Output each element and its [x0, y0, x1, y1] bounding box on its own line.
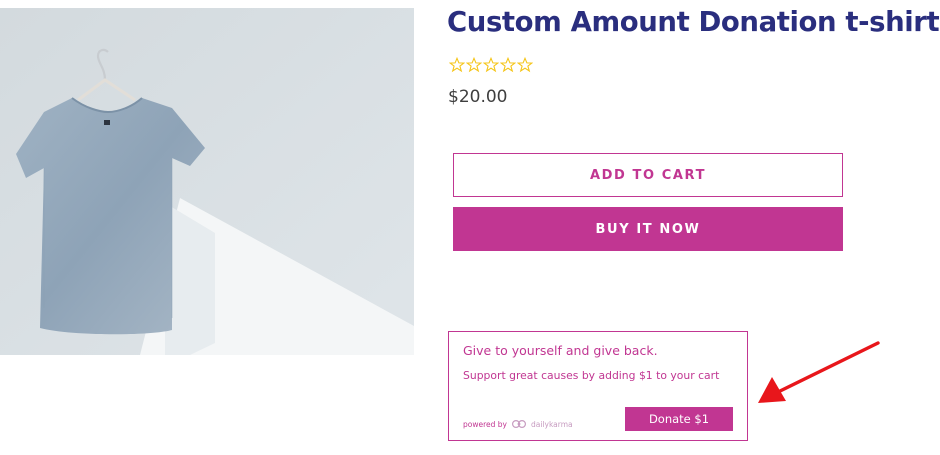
donate-button[interactable]: Donate $1	[625, 407, 733, 431]
buy-now-button[interactable]: BUY IT NOW	[453, 207, 843, 251]
product-title: Custom Amount Donation t-shirt	[447, 6, 940, 38]
donation-widget: Give to yourself and give back. Support …	[448, 331, 748, 441]
star-empty-icon	[466, 57, 482, 73]
donation-heading: Give to yourself and give back.	[463, 343, 658, 358]
add-to-cart-button[interactable]: ADD TO CART	[453, 153, 843, 197]
star-rating[interactable]	[449, 57, 533, 73]
product-price: $20.00	[448, 87, 508, 107]
tshirt-photo	[0, 8, 414, 355]
star-empty-icon	[483, 57, 499, 73]
powered-by: powered by dailykarma	[463, 419, 573, 429]
donation-subtext: Support great causes by adding $1 to you…	[463, 369, 720, 382]
powered-by-label: powered by	[463, 419, 507, 429]
star-empty-icon	[449, 57, 465, 73]
star-empty-icon	[517, 57, 533, 73]
product-image[interactable]	[0, 8, 414, 355]
dailykarma-logo-icon	[511, 419, 526, 429]
dailykarma-brand[interactable]: dailykarma	[531, 420, 573, 429]
star-empty-icon	[500, 57, 516, 73]
annotation-arrow-icon	[758, 341, 880, 403]
